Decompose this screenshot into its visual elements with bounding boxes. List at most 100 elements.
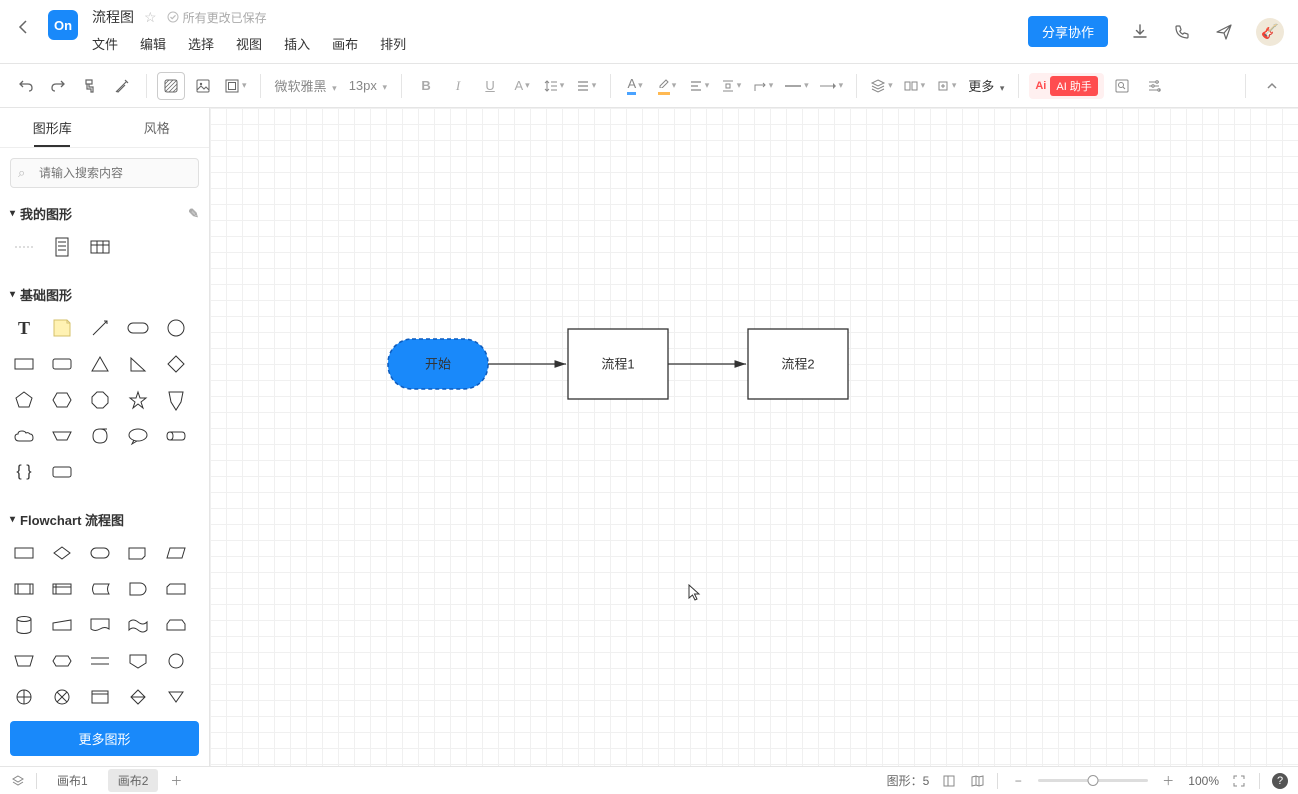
line-height-button[interactable]: ▾ <box>540 72 568 100</box>
zoom-in-button[interactable]: ＋ <box>1160 773 1176 789</box>
lock-button[interactable]: ▾ <box>932 72 960 100</box>
shape-braces[interactable]: { } <box>12 460 36 484</box>
tab-styles[interactable]: 风格 <box>105 108 210 147</box>
menu-arrange[interactable]: 排列 <box>380 34 406 53</box>
more-shapes-button[interactable]: 更多图形 <box>10 721 199 756</box>
tab-shapes[interactable]: 图形库 <box>0 108 105 147</box>
shape-frame[interactable] <box>50 460 74 484</box>
user-avatar[interactable]: 🎸 <box>1256 18 1284 46</box>
text-fill-button[interactable]: A▾ <box>621 72 649 100</box>
zoom-out-button[interactable]: − <box>1010 773 1026 789</box>
layers-icon[interactable] <box>10 773 26 789</box>
shape-shield[interactable] <box>164 388 188 412</box>
shape-dash-line[interactable] <box>12 235 36 259</box>
shape-hexagon[interactable] <box>50 388 74 412</box>
font-family-select[interactable]: 微软雅黑 ▾ <box>271 76 341 95</box>
undo-button[interactable] <box>12 72 40 100</box>
fc-display[interactable] <box>126 541 150 565</box>
fc-manual-input[interactable] <box>50 613 74 637</box>
underline-button[interactable]: U <box>476 72 504 100</box>
shape-text[interactable]: T <box>12 316 36 340</box>
zoom-level[interactable]: 100% <box>1188 774 1219 788</box>
fullscreen-button[interactable] <box>1231 773 1247 789</box>
shape-callout[interactable] <box>126 424 150 448</box>
shape-line[interactable] <box>88 316 112 340</box>
distribute-button[interactable]: ▾ <box>717 72 745 100</box>
fc-parallel[interactable] <box>88 649 112 673</box>
node-start[interactable]: 开始 <box>388 339 488 389</box>
fc-loop-limit[interactable] <box>164 613 188 637</box>
shape-rect[interactable] <box>12 352 36 376</box>
shape-search[interactable]: ⌕ <box>10 158 199 188</box>
group-button[interactable]: ▾ <box>900 72 929 100</box>
eyedropper-button[interactable] <box>108 72 136 100</box>
menu-edit[interactable]: 编辑 <box>140 34 166 53</box>
shape-note[interactable] <box>50 316 74 340</box>
insert-image-button[interactable] <box>189 72 217 100</box>
fc-decision[interactable] <box>50 541 74 565</box>
fc-connector[interactable] <box>164 649 188 673</box>
fc-sort[interactable] <box>126 685 150 709</box>
fc-preparation[interactable] <box>50 649 74 673</box>
shape-list[interactable] <box>50 235 74 259</box>
align-objects-button[interactable]: ▾ <box>685 72 713 100</box>
text-align-button[interactable]: ▾ <box>572 72 600 100</box>
shape-cloud[interactable] <box>12 424 36 448</box>
find-button[interactable] <box>1108 72 1136 100</box>
shape-pentagon[interactable] <box>12 388 36 412</box>
fc-delay[interactable] <box>126 577 150 601</box>
bold-button[interactable]: B <box>412 72 440 100</box>
shape-star[interactable] <box>126 388 150 412</box>
menu-canvas[interactable]: 画布 <box>332 34 358 53</box>
section-my-shapes[interactable]: ▾我的图形✎ <box>10 198 199 229</box>
node-proc2[interactable]: 流程2 <box>748 329 848 399</box>
fill-pattern-button[interactable] <box>157 72 185 100</box>
fc-database[interactable] <box>12 613 36 637</box>
fc-stored-data[interactable] <box>88 577 112 601</box>
fc-card[interactable] <box>164 577 188 601</box>
share-button[interactable]: 分享协作 <box>1028 16 1108 47</box>
outline-view-icon[interactable] <box>941 773 957 789</box>
fc-or[interactable] <box>12 685 36 709</box>
fc-terminator[interactable] <box>88 541 112 565</box>
section-flowchart[interactable]: ▾Flowchart 流程图 <box>10 504 199 535</box>
fc-internal-storage[interactable] <box>50 577 74 601</box>
line-style-button[interactable]: ▾ <box>781 72 812 100</box>
highlight-button[interactable]: ▾ <box>653 72 681 100</box>
shape-triangle[interactable] <box>88 352 112 376</box>
add-page-button[interactable]: ＋ <box>168 773 184 789</box>
page-tab-2[interactable]: 画布2 <box>108 769 159 792</box>
fc-manual-op[interactable] <box>12 649 36 673</box>
more-dropdown[interactable]: 更多 ▾ <box>964 76 1008 95</box>
phone-icon[interactable] <box>1172 22 1192 42</box>
canvas[interactable]: 开始 流程1 流程2 <box>210 108 1298 766</box>
shape-cylinder-h[interactable] <box>164 424 188 448</box>
shape-octagon[interactable] <box>88 388 112 412</box>
menu-select[interactable]: 选择 <box>188 34 214 53</box>
zoom-slider[interactable] <box>1038 779 1148 782</box>
shape-trapezoid-down[interactable] <box>50 424 74 448</box>
shape-rect-round[interactable] <box>50 352 74 376</box>
shape-right-triangle[interactable] <box>126 352 150 376</box>
document-title[interactable]: 流程图 <box>92 7 134 27</box>
edit-icon[interactable]: ✎ <box>188 206 199 222</box>
back-button[interactable] <box>14 18 32 36</box>
fc-merge[interactable] <box>164 685 188 709</box>
connector-type-button[interactable]: ▾ <box>749 72 777 100</box>
redo-button[interactable] <box>44 72 72 100</box>
font-color-button[interactable]: A▾ <box>508 72 536 100</box>
fc-sum[interactable] <box>50 685 74 709</box>
font-size-select[interactable]: 13px ▾ <box>345 78 391 93</box>
fc-process[interactable] <box>12 541 36 565</box>
fc-collate[interactable] <box>88 685 112 709</box>
fc-offpage[interactable] <box>126 649 150 673</box>
section-basic-shapes[interactable]: ▾基础图形 <box>10 279 199 310</box>
menu-insert[interactable]: 插入 <box>284 34 310 53</box>
favorite-icon[interactable]: ☆ <box>144 9 157 26</box>
menu-file[interactable]: 文件 <box>92 34 118 53</box>
italic-button[interactable]: I <box>444 72 472 100</box>
layer-button[interactable]: ▾ <box>867 72 896 100</box>
arrow-style-button[interactable]: ▾ <box>816 72 847 100</box>
fc-data[interactable] <box>164 541 188 565</box>
shape-drop[interactable] <box>88 424 112 448</box>
